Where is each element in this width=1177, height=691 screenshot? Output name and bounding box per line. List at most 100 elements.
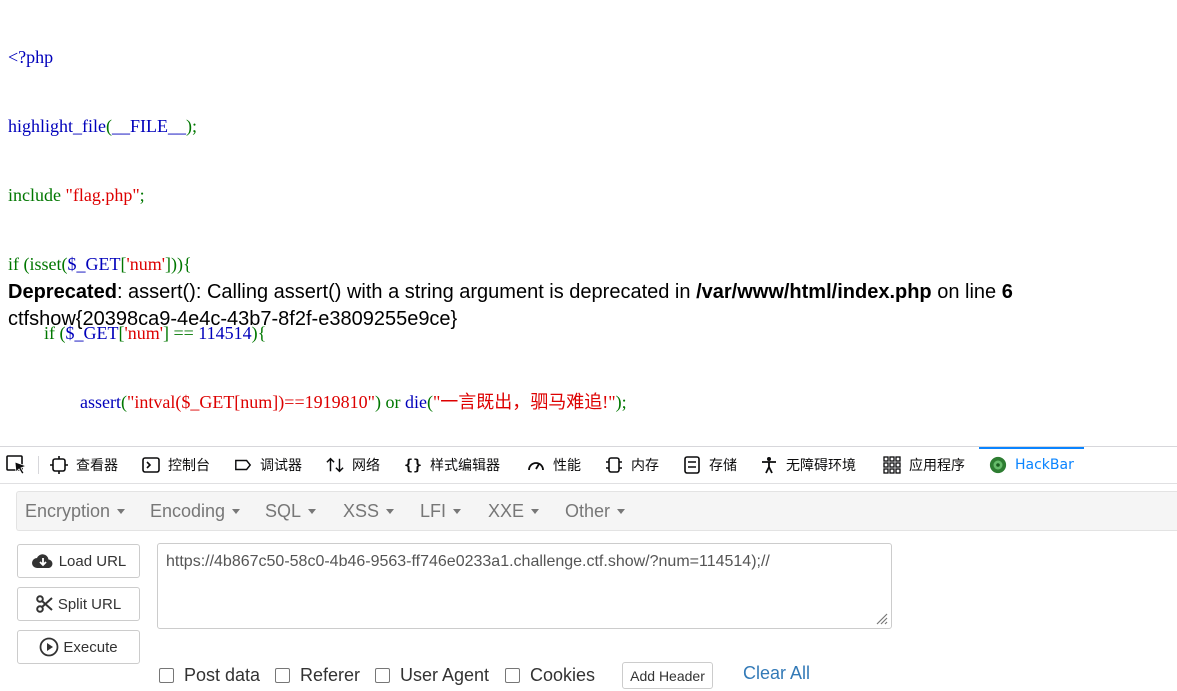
caret-down-icon [308, 509, 317, 514]
code-token: $_GET [67, 254, 121, 274]
checkbox-box[interactable] [275, 667, 290, 683]
tab-memory[interactable]: 内存 [605, 447, 659, 483]
accessibility-icon [760, 456, 778, 474]
checkbox-box[interactable] [375, 667, 390, 683]
menu-label: Encryption [25, 501, 111, 521]
tab-hackbar[interactable]: HackBar [979, 447, 1084, 483]
tab-label: 控制台 [168, 458, 210, 474]
code-token: include [8, 185, 66, 205]
menu-label: XXE [488, 501, 525, 521]
network-icon [326, 456, 344, 474]
menu-label: LFI [420, 501, 447, 521]
deprecated-text: : assert(): Calling assert() with a stri… [116, 281, 697, 303]
toolbar-divider [38, 456, 39, 474]
checkbox-label: User Agent [400, 664, 490, 685]
user-agent-checkbox[interactable]: User Agent [375, 664, 489, 686]
menu-encoding[interactable]: Encoding [150, 492, 241, 530]
resize-handle-icon[interactable] [874, 611, 888, 625]
tab-storage[interactable]: 存储 [683, 447, 737, 483]
code-token: die [404, 392, 427, 412]
menu-xxe[interactable]: XXE [488, 492, 540, 530]
hackbar-menu-bar: Encryption Encoding SQL XSS LFI XXE Othe… [16, 491, 1177, 531]
deprecated-text-line: on line [931, 281, 1002, 303]
menu-encryption[interactable]: Encryption [25, 492, 126, 530]
code-token: if [8, 254, 24, 274]
memory-icon [605, 456, 623, 474]
inspector-icon [50, 456, 68, 474]
url-input[interactable]: https://4b867c50-58c0-4b46-9563-ff746e02… [157, 543, 892, 629]
tab-debugger[interactable]: 调试器 [234, 447, 302, 483]
devtools-panel: 查看器 控制台 调试器 网络 {} 样式编辑器 性能 内存 存储 无障碍环境 应… [0, 446, 1177, 691]
storage-icon [683, 456, 701, 474]
menu-lfi[interactable]: LFI [420, 492, 462, 530]
menu-other[interactable]: Other [565, 492, 626, 530]
split-url-button[interactable]: Split URL [17, 587, 140, 621]
tab-style-editor[interactable]: {} 样式编辑器 [404, 447, 500, 483]
checkbox-box[interactable] [505, 667, 520, 683]
execute-button[interactable]: Execute [17, 630, 140, 664]
code-token: ); [186, 116, 197, 136]
tab-application[interactable]: 应用程序 [883, 447, 965, 483]
checkbox-box[interactable] [159, 667, 174, 683]
post-data-checkbox[interactable]: Post data [159, 664, 260, 686]
caret-down-icon [531, 509, 540, 514]
code-line: highlight_file(__FILE__); [8, 115, 627, 138]
load-url-button[interactable]: Load URL [17, 544, 140, 578]
tab-label: 网络 [352, 458, 380, 474]
debugger-icon [234, 456, 252, 474]
code-token: ); [615, 392, 627, 412]
tab-performance[interactable]: 性能 [527, 447, 581, 483]
checkbox-label: Post data [184, 664, 261, 685]
menu-xss[interactable]: XSS [343, 492, 395, 530]
button-label: Execute [63, 638, 118, 656]
code-line: if (isset($_GET['num'])){ [8, 253, 627, 276]
performance-icon [527, 456, 545, 474]
deprecated-label: Deprecated [8, 281, 117, 303]
caret-down-icon [453, 509, 462, 514]
code-token: highlight_file [8, 116, 106, 136]
tab-accessibility[interactable]: 无障碍环境 [760, 447, 856, 483]
tab-inspector[interactable]: 查看器 [50, 447, 118, 483]
deprecated-warning: Deprecated: assert(): Calling assert() w… [8, 281, 1013, 304]
cookies-checkbox[interactable]: Cookies [505, 664, 595, 686]
menu-sql[interactable]: SQL [265, 492, 317, 530]
tab-label: 存储 [709, 458, 737, 474]
referer-checkbox[interactable]: Referer [275, 664, 360, 686]
tab-console[interactable]: 控制台 [142, 447, 210, 483]
code-token: (isset( [23, 254, 68, 274]
button-label: Split URL [57, 595, 122, 613]
tab-label: HackBar [1015, 457, 1074, 473]
menu-label: Encoding [150, 501, 226, 521]
menu-label: SQL [265, 501, 302, 521]
tab-network[interactable]: 网络 [326, 447, 380, 483]
tab-label: 调试器 [260, 458, 302, 474]
flag-output: ctfshow{20398ca9-4e4c-43b7-8f2f-e3809255… [8, 308, 458, 330]
code-token: 'num' [126, 254, 166, 274]
code-token: ) or [374, 392, 405, 412]
add-header-button[interactable]: Add Header [622, 662, 713, 689]
code-line: include "flag.php"; [8, 184, 627, 207]
caret-down-icon [232, 509, 241, 514]
clear-all-link[interactable]: Clear All [743, 663, 810, 684]
cloud-download-icon [31, 552, 55, 570]
code-token: ; [139, 185, 145, 205]
menu-label: XSS [343, 501, 380, 521]
caret-down-icon [617, 509, 626, 514]
button-label: Load URL [58, 552, 127, 570]
tab-label: 无障碍环境 [786, 458, 856, 474]
tab-label: 性能 [553, 458, 581, 474]
style-editor-icon: {} [403, 456, 423, 474]
caret-down-icon [386, 509, 395, 514]
code-line: <?php [8, 46, 627, 69]
element-picker-icon[interactable] [6, 455, 28, 475]
code-token: ])){ [165, 254, 192, 274]
caret-down-icon [117, 509, 126, 514]
code-token: assert [80, 392, 121, 412]
application-icon [883, 456, 901, 474]
code-token: "flag.php" [65, 185, 140, 205]
code-token: "intval($_GET[num])==1919810" [126, 392, 375, 412]
code-token: <?php [8, 47, 54, 67]
deprecated-path: /var/www/html/index.php [696, 281, 932, 303]
url-value: https://4b867c50-58c0-4b46-9563-ff746e02… [166, 553, 770, 570]
